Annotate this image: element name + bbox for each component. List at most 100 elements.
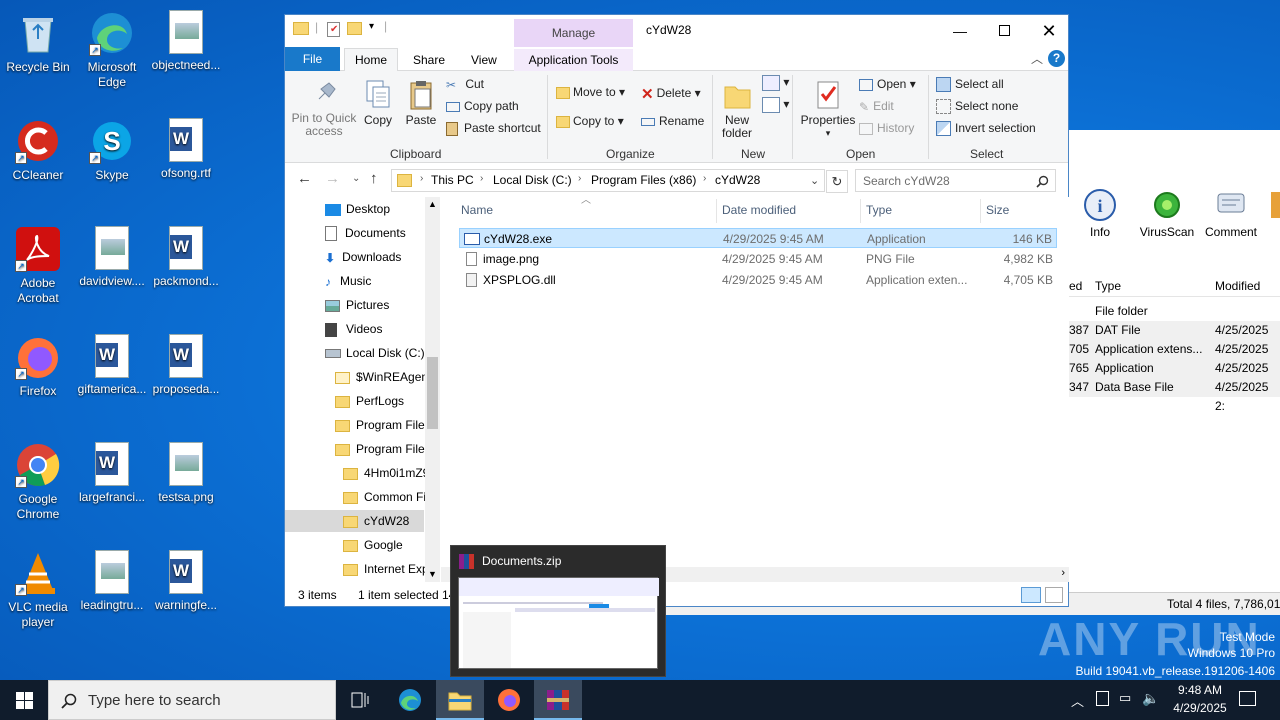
maximize-button[interactable] bbox=[983, 17, 1029, 45]
pin-quick-access-button[interactable]: Pin to Quick access bbox=[291, 79, 357, 138]
breadcrumb-program-files-x86[interactable]: Program Files (x86) bbox=[591, 173, 696, 187]
scroll-right-icon[interactable]: › bbox=[1061, 567, 1065, 579]
column-header-size[interactable]: ed bbox=[1069, 279, 1082, 293]
quick-access-dropdown-icon[interactable]: ▾ bbox=[369, 21, 374, 32]
breadcrumb-current-folder[interactable]: cYdW28 bbox=[715, 173, 760, 187]
nav-item-folder[interactable]: Program Files bbox=[335, 438, 427, 460]
image-file-desktop-icon[interactable]: davidview.... bbox=[74, 220, 150, 289]
copy-path-button[interactable]: Copy path bbox=[446, 99, 519, 113]
new-folder-button[interactable]: New folder bbox=[717, 79, 757, 140]
tab-file[interactable]: File bbox=[285, 47, 340, 71]
nav-item-downloads[interactable]: ⬇ Downloads bbox=[325, 246, 401, 268]
edit-button[interactable]: ✎ Edit bbox=[859, 99, 894, 114]
file-row[interactable]: XPSPLOG.dll 4/29/2025 9:45 AM Applicatio… bbox=[459, 270, 1057, 290]
easy-access-button[interactable]: ▾ bbox=[762, 97, 789, 113]
taskbar-edge-button[interactable] bbox=[388, 680, 432, 720]
nav-item-current-folder[interactable]: cYdW28 bbox=[285, 510, 424, 532]
image-file-desktop-icon[interactable]: testsa.png bbox=[148, 436, 224, 505]
taskbar-winrar-button[interactable] bbox=[534, 680, 582, 720]
ccleaner-desktop-icon[interactable]: ↗ CCleaner bbox=[0, 112, 76, 183]
select-all-button[interactable]: Select all bbox=[936, 77, 1004, 93]
column-header-size[interactable]: Size bbox=[986, 203, 1009, 217]
word-file-desktop-icon[interactable]: W proposeda... bbox=[148, 328, 224, 397]
delete-button[interactable]: ✕ Delete ▾ bbox=[641, 85, 701, 103]
history-button[interactable]: History bbox=[859, 121, 914, 135]
nav-item-folder[interactable]: Common Fi bbox=[343, 486, 427, 508]
rename-button[interactable]: Rename bbox=[641, 114, 704, 128]
recent-locations-icon[interactable]: ⌄ bbox=[352, 173, 360, 184]
network-icon[interactable] bbox=[1096, 691, 1109, 706]
comment-button[interactable]: Comment bbox=[1201, 188, 1261, 239]
details-view-icon[interactable] bbox=[1021, 587, 1041, 603]
word-file-desktop-icon[interactable]: W warningfe... bbox=[148, 544, 224, 613]
recycle-bin-desktop-icon[interactable]: Recycle Bin bbox=[0, 4, 76, 75]
invert-selection-button[interactable]: Invert selection bbox=[936, 121, 1036, 137]
word-file-desktop-icon[interactable]: W packmond... bbox=[148, 220, 224, 289]
column-header-modified[interactable]: Modified bbox=[1215, 279, 1260, 293]
cut-button[interactable]: ✂ Cut bbox=[446, 77, 484, 92]
back-arrow-icon[interactable]: ← bbox=[297, 170, 312, 187]
help-icon[interactable]: ? bbox=[1048, 50, 1065, 67]
scroll-up-icon[interactable]: ▲ bbox=[428, 199, 437, 209]
display-icon[interactable]: ▭ bbox=[1119, 690, 1131, 706]
new-folder-quick-icon[interactable] bbox=[347, 22, 362, 35]
taskbar-firefox-button[interactable] bbox=[486, 680, 532, 720]
volume-icon[interactable]: 🔈 bbox=[1142, 690, 1159, 707]
winrar-file-row[interactable]: 387DAT File4/25/2025 2: bbox=[1069, 321, 1280, 356]
taskbar-search-box[interactable]: Type here to search bbox=[48, 680, 336, 720]
word-file-desktop-icon[interactable]: W giftamerica... bbox=[74, 328, 150, 397]
nav-item-folder[interactable]: PerfLogs bbox=[335, 390, 427, 412]
refresh-icon[interactable]: ↻ bbox=[826, 170, 848, 193]
move-to-button[interactable]: Move to ▾ bbox=[556, 85, 625, 99]
firefox-desktop-icon[interactable]: ↗ Firefox bbox=[0, 328, 76, 399]
nav-item-folder[interactable]: Internet Exp bbox=[343, 558, 427, 580]
virusscan-button[interactable]: VirusScan bbox=[1139, 188, 1195, 239]
select-none-button[interactable]: Select none bbox=[936, 99, 1018, 115]
properties-quick-icon[interactable]: ✔ bbox=[327, 22, 340, 37]
winrar-file-row[interactable]: 765Application4/25/2025 2: bbox=[1069, 359, 1280, 394]
large-icons-view-icon[interactable] bbox=[1045, 587, 1063, 603]
scroll-down-icon[interactable]: ▼ bbox=[428, 569, 437, 579]
chrome-desktop-icon[interactable]: ↗ Google Chrome bbox=[0, 436, 76, 522]
tab-view[interactable]: View bbox=[461, 49, 507, 71]
task-view-button[interactable] bbox=[340, 680, 380, 720]
nav-item-documents[interactable]: Documents bbox=[325, 222, 406, 244]
column-header-name[interactable]: Name bbox=[461, 203, 493, 217]
tab-home[interactable]: Home bbox=[344, 48, 399, 72]
info-button[interactable]: i Info bbox=[1081, 188, 1119, 239]
nav-item-folder[interactable]: $WinREAgent bbox=[335, 366, 427, 388]
nav-scrollbar[interactable]: ▲ ▼ bbox=[425, 197, 440, 582]
nav-item-folder[interactable]: 4Hm0i1mZ9 bbox=[343, 462, 427, 484]
nav-item-desktop[interactable]: Desktop bbox=[325, 198, 390, 220]
winrar-file-row[interactable]: 347 Data Base File 4/25/2025 2: bbox=[1069, 378, 1280, 413]
edge-desktop-icon[interactable]: ↗ Microsoft Edge bbox=[74, 4, 150, 90]
image-file-desktop-icon[interactable]: leadingtru... bbox=[74, 544, 150, 613]
tab-share[interactable]: Share bbox=[403, 49, 455, 71]
vlc-desktop-icon[interactable]: ↗ VLC media player bbox=[0, 544, 76, 630]
copy-to-button[interactable]: Copy to ▾ bbox=[556, 114, 624, 128]
breadcrumb-local-disk[interactable]: Local Disk (C:) bbox=[493, 173, 572, 187]
address-bar[interactable]: › This PC › Local Disk (C:) › Program Fi… bbox=[391, 169, 825, 192]
address-dropdown-icon[interactable]: ⌄ bbox=[810, 174, 819, 187]
taskbar-explorer-button[interactable] bbox=[436, 680, 484, 720]
image-file-desktop-icon[interactable]: objectneed... bbox=[148, 4, 224, 73]
tab-application-tools[interactable]: Application Tools bbox=[514, 49, 633, 71]
winrar-file-row[interactable]: File folder bbox=[1069, 302, 1280, 321]
column-header-date[interactable]: Date modified bbox=[722, 203, 796, 217]
column-header-type[interactable]: Type bbox=[866, 203, 892, 217]
start-button[interactable] bbox=[0, 680, 48, 720]
word-file-desktop-icon[interactable]: W largefranci... bbox=[74, 436, 150, 505]
search-box[interactable]: Search cYdW28 bbox=[855, 169, 1056, 192]
up-arrow-icon[interactable]: ↑ bbox=[370, 170, 378, 187]
nav-item-folder[interactable]: Google bbox=[343, 534, 427, 556]
nav-item-folder[interactable]: Program Files bbox=[335, 414, 427, 436]
file-row[interactable]: image.png 4/29/2025 9:45 AM PNG File 4,9… bbox=[459, 249, 1057, 269]
adobe-acrobat-desktop-icon[interactable]: ↗ Adobe Acrobat bbox=[0, 220, 76, 306]
forward-arrow-icon[interactable]: → bbox=[325, 170, 340, 187]
nav-item-videos[interactable]: Videos bbox=[325, 318, 382, 340]
copy-button[interactable]: Copy bbox=[361, 79, 395, 127]
collapse-ribbon-icon[interactable]: ︿ bbox=[1031, 50, 1043, 67]
minimize-button[interactable]: — bbox=[937, 17, 983, 45]
new-item-button[interactable]: ▾ bbox=[762, 75, 789, 91]
nav-item-local-disk[interactable]: Local Disk (C:) bbox=[325, 342, 425, 364]
